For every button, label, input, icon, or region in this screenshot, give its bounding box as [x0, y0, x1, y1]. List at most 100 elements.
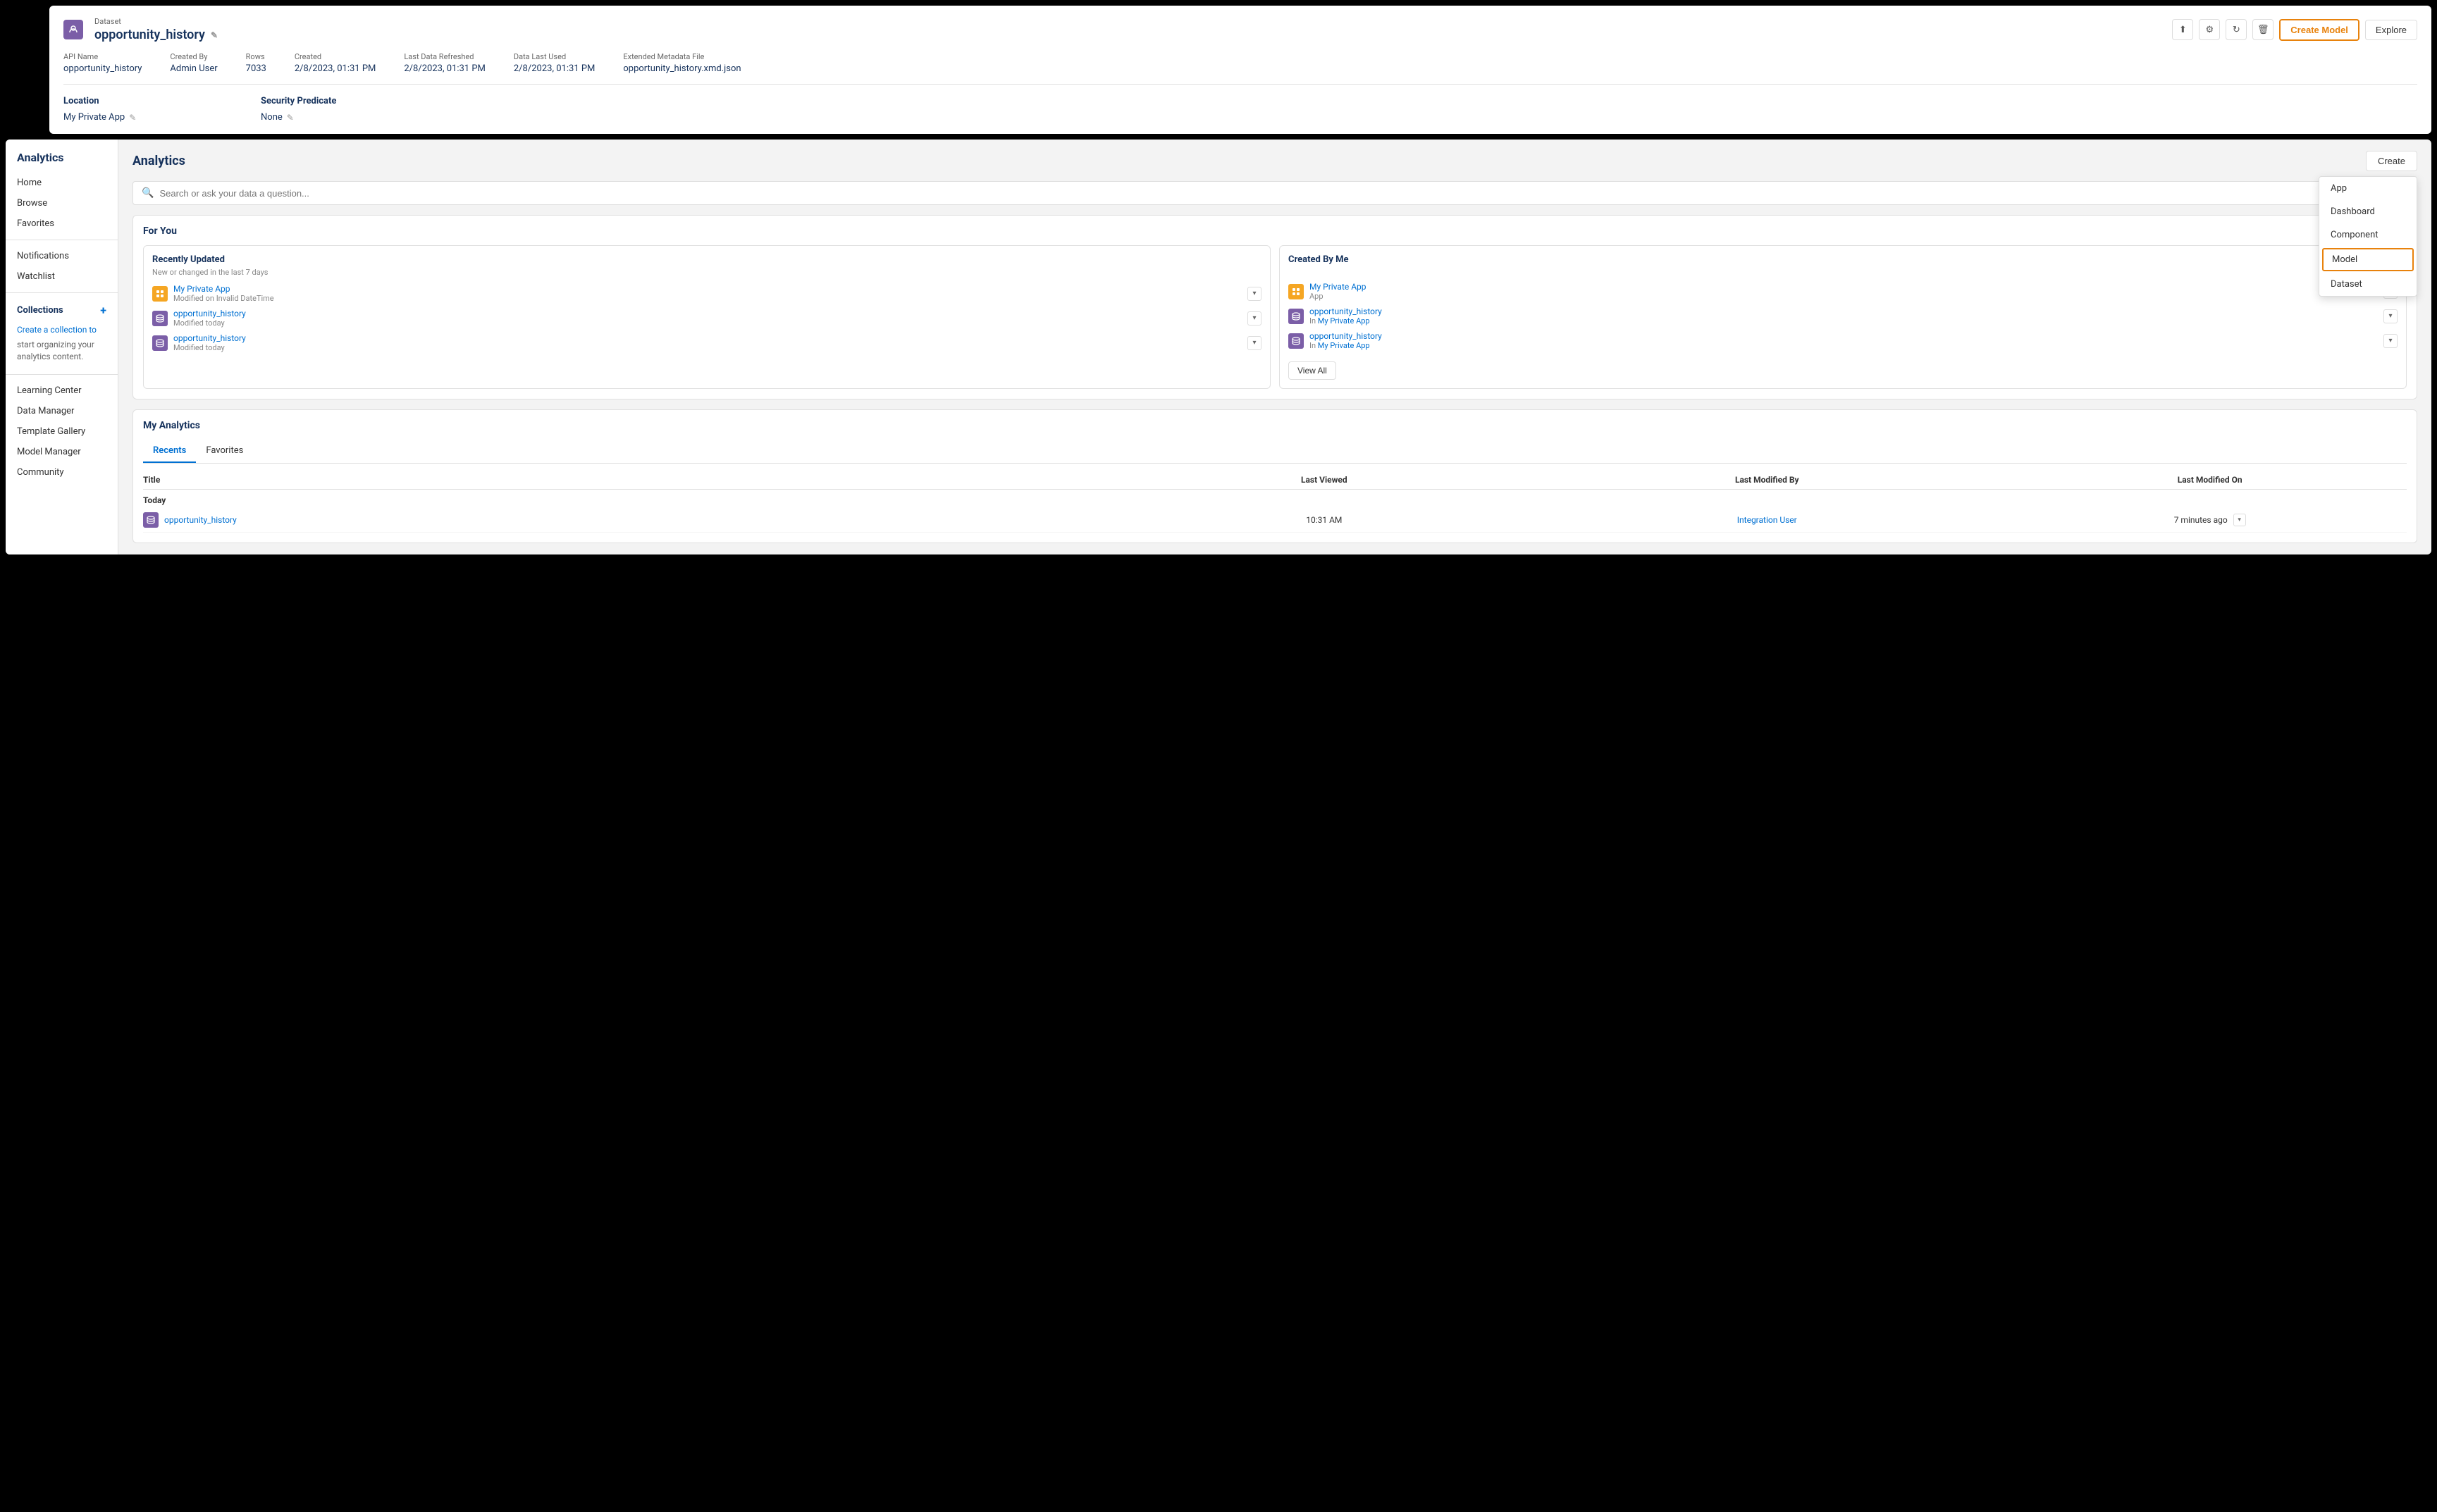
created-sub-link-1[interactable]: My Private App: [1318, 316, 1370, 326]
meta-api-name: API Name opportunity_history: [63, 52, 142, 74]
delete-button[interactable]: 🗑: [2252, 19, 2273, 40]
collections-create-link[interactable]: Create a collection to: [6, 322, 118, 337]
meta-extended-metadata: Extended Metadata File opportunity_histo…: [623, 52, 741, 74]
dataset-meta-row: API Name opportunity_history Created By …: [63, 52, 2417, 85]
sidebar-item-data-manager[interactable]: Data Manager: [6, 401, 118, 421]
dataset-edit-icon[interactable]: ✎: [211, 30, 218, 40]
recently-updated-item-2: opportunity_history Modified today ▾: [152, 333, 1261, 352]
recently-updated-item-0: My Private App Modified on Invalid DateT…: [152, 284, 1261, 303]
dataset-icon: [63, 20, 83, 39]
security-edit-icon[interactable]: ✎: [287, 113, 294, 123]
created-sub-link-2[interactable]: My Private App: [1318, 341, 1370, 350]
security-predicate-block: Security Predicate None ✎: [261, 96, 444, 123]
for-you-cards: Recently Updated New or changed in the l…: [143, 245, 2407, 389]
upload-button[interactable]: ⬆: [2172, 19, 2193, 40]
search-bar[interactable]: 🔍: [132, 181, 2417, 205]
sidebar: Analytics Home Browse Favorites Notifica…: [6, 140, 118, 554]
row-icon: [143, 512, 159, 528]
search-input[interactable]: [159, 188, 2408, 199]
item-detail-2: Modified today: [173, 343, 246, 352]
tab-favorites[interactable]: Favorites: [196, 440, 253, 463]
created-name-0[interactable]: My Private App: [1309, 282, 1366, 292]
row-dropdown[interactable]: ▾: [2233, 514, 2246, 526]
meta-created: Created 2/8/2023, 01:31 PM: [295, 52, 376, 74]
created-sub-0: App: [1309, 292, 1366, 301]
created-dropdown-2[interactable]: ▾: [2383, 334, 2398, 348]
sidebar-item-notifications[interactable]: Notifications: [6, 246, 118, 266]
create-dropdown-menu: App Dashboard Component Model Dataset: [2319, 176, 2417, 297]
location-edit-icon[interactable]: ✎: [129, 113, 136, 123]
row-last-modified-by[interactable]: Integration User: [1521, 515, 2013, 525]
dropdown-item-app[interactable]: App: [2319, 177, 2417, 200]
dataset-actions: ⬆ ⚙ ↻ 🗑 Create Model Explore: [2172, 19, 2417, 41]
item-detail-0: Modified on Invalid DateTime: [173, 294, 274, 303]
item-dropdown-2[interactable]: ▾: [1247, 336, 1261, 350]
meta-last-refreshed: Last Data Refreshed 2/8/2023, 01:31 PM: [404, 52, 486, 74]
recently-updated-item-1: opportunity_history Modified today ▾: [152, 309, 1261, 328]
sidebar-item-browse[interactable]: Browse: [6, 193, 118, 213]
tab-recents[interactable]: Recents: [143, 440, 196, 463]
created-item-0: My Private App App ▾: [1288, 282, 2398, 301]
item-icon-app-0: [152, 286, 168, 302]
dropdown-item-model[interactable]: Model: [2322, 248, 2414, 271]
dropdown-item-dataset[interactable]: Dataset: [2319, 273, 2417, 296]
collections-section-header: Collections +: [6, 299, 118, 322]
item-name-2[interactable]: opportunity_history: [173, 333, 246, 343]
sidebar-item-learning-center[interactable]: Learning Center: [6, 380, 118, 401]
created-by-me-title: Created By Me: [1288, 254, 2398, 265]
created-name-2[interactable]: opportunity_history: [1309, 331, 1382, 341]
table-row: opportunity_history 10:31 AM Integration…: [143, 508, 2407, 533]
dropdown-item-component[interactable]: Component: [2319, 223, 2417, 247]
sidebar-title: Analytics: [6, 151, 118, 173]
explore-button[interactable]: Explore: [2365, 20, 2417, 40]
item-name-0[interactable]: My Private App: [173, 284, 274, 294]
table-group-today: Today: [143, 490, 2407, 508]
row-name[interactable]: opportunity_history: [164, 515, 237, 525]
dataset-title-area: Dataset opportunity_history ✎: [63, 17, 218, 42]
for-you-section: For You Recently Updated New or changed …: [132, 215, 2417, 399]
main-header: Analytics Create: [132, 151, 2417, 171]
created-by-me-card: Created By Me My Private App App: [1279, 245, 2407, 389]
my-analytics-section: My Analytics Recents Favorites Title Las…: [132, 409, 2417, 543]
item-icon-dataset-2: [152, 335, 168, 351]
created-dropdown-1[interactable]: ▾: [2383, 309, 2398, 323]
dataset-name: opportunity_history ✎: [94, 27, 218, 42]
meta-created-by: Created By Admin User: [170, 52, 217, 74]
sidebar-item-home[interactable]: Home: [6, 173, 118, 193]
recently-updated-title: Recently Updated: [152, 254, 1261, 265]
view-all-button[interactable]: View All: [1288, 361, 1336, 380]
sidebar-item-community[interactable]: Community: [6, 462, 118, 483]
created-name-1[interactable]: opportunity_history: [1309, 306, 1382, 316]
collections-title: Collections: [17, 305, 63, 316]
sidebar-divider-2: [6, 292, 118, 293]
table-header: Title Last Viewed Last Modified By Last …: [143, 471, 2407, 490]
sidebar-item-watchlist[interactable]: Watchlist: [6, 266, 118, 287]
created-item-1: opportunity_history In My Private App ▾: [1288, 306, 2398, 326]
created-sub-2: In My Private App: [1309, 341, 1382, 350]
create-button[interactable]: Create: [2366, 151, 2417, 171]
created-icon-0: [1288, 284, 1304, 299]
col-last-modified-on-header: Last Modified On: [2013, 475, 2407, 485]
dropdown-item-dashboard[interactable]: Dashboard: [2319, 200, 2417, 223]
sidebar-item-favorites[interactable]: Favorites: [6, 213, 118, 234]
collections-add-button[interactable]: +: [100, 304, 106, 317]
item-dropdown-1[interactable]: ▾: [1247, 311, 1261, 326]
sidebar-item-model-manager[interactable]: Model Manager: [6, 442, 118, 462]
sidebar-item-template-gallery[interactable]: Template Gallery: [6, 421, 118, 442]
search-icon: 🔍: [142, 187, 154, 199]
create-model-button[interactable]: Create Model: [2279, 19, 2359, 41]
dataset-header: Dataset opportunity_history ✎ ⬆ ⚙ ↻ 🗑 Cr…: [63, 17, 2417, 42]
recently-updated-subtitle: New or changed in the last 7 days: [152, 268, 1261, 277]
meta-data-last-used: Data Last Used 2/8/2023, 01:31 PM: [514, 52, 596, 74]
settings-button[interactable]: ⚙: [2199, 19, 2220, 40]
col-last-viewed-header: Last Viewed: [1128, 475, 1522, 485]
created-sub-1: In My Private App: [1309, 316, 1382, 326]
row-last-viewed: 10:31 AM: [1128, 515, 1522, 525]
item-name-1[interactable]: opportunity_history: [173, 309, 246, 318]
created-icon-1: [1288, 309, 1304, 324]
location-section: Location My Private App ✎ Security Predi…: [63, 96, 2417, 123]
refresh-button[interactable]: ↻: [2226, 19, 2247, 40]
item-dropdown-0[interactable]: ▾: [1247, 287, 1261, 301]
col-last-modified-by-header: Last Modified By: [1521, 475, 2013, 485]
dataset-label: Dataset: [94, 17, 218, 26]
